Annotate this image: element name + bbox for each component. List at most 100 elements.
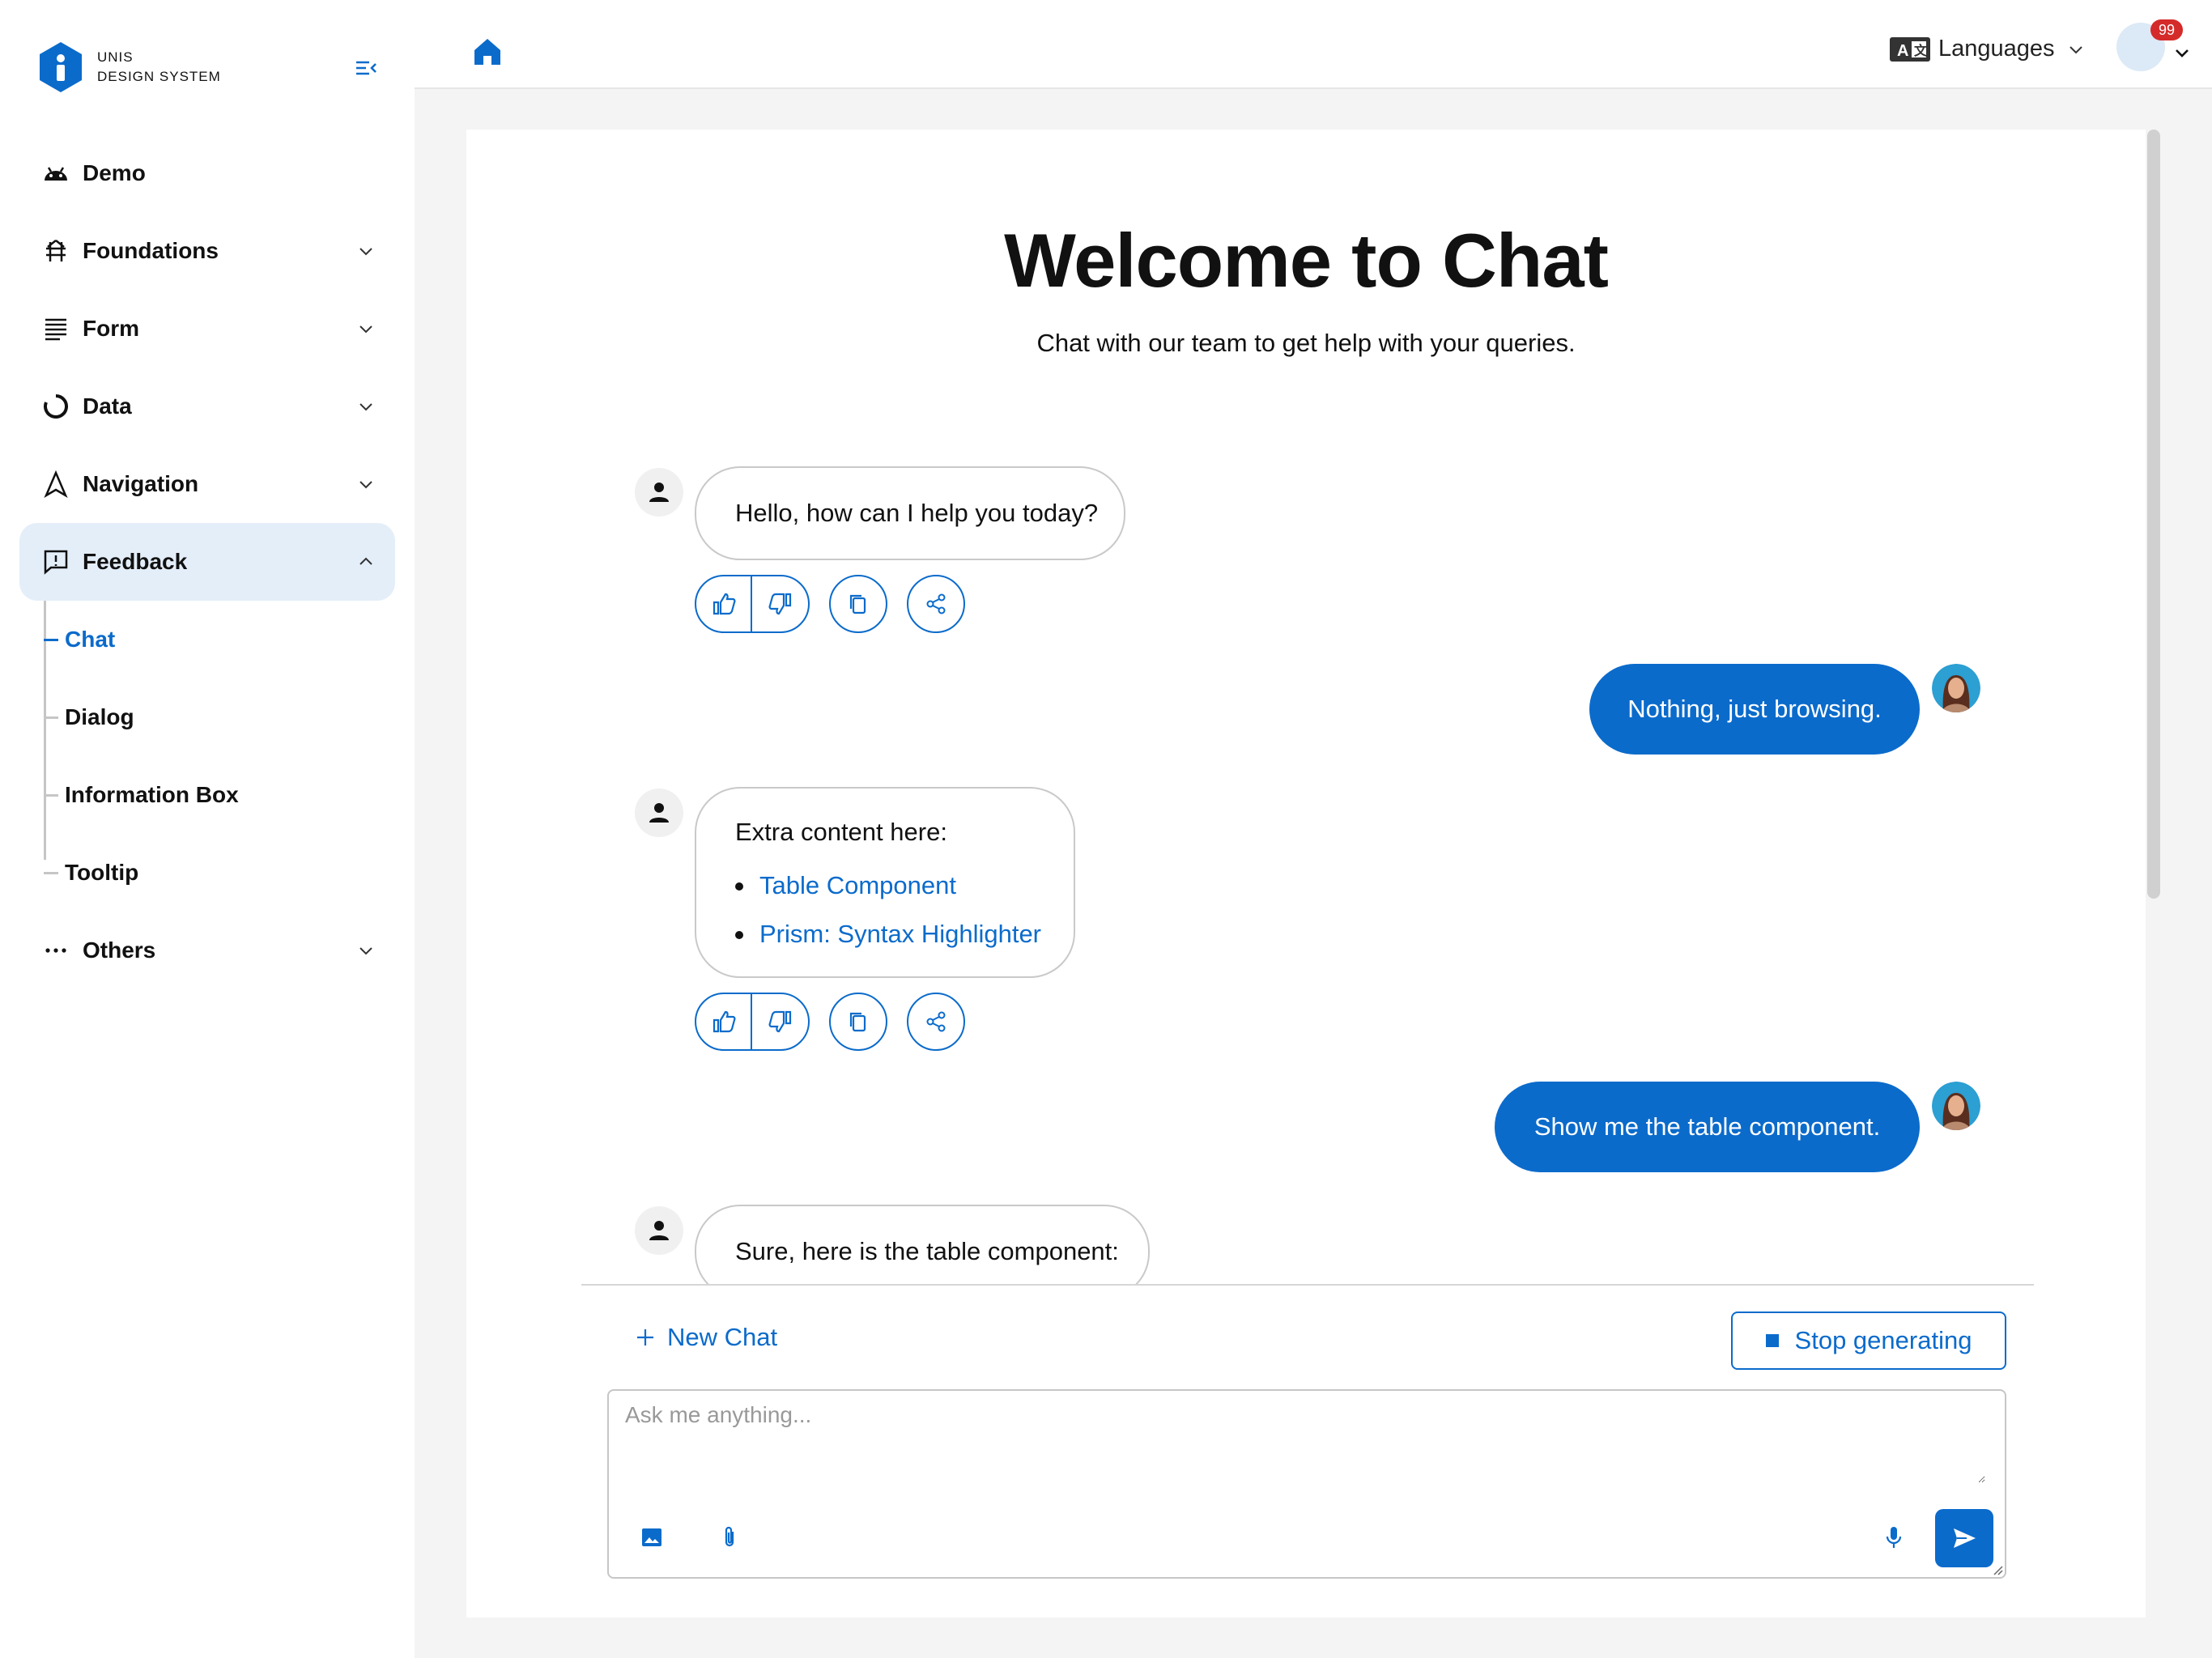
bot-message: Sure, here is the table component: [695,1205,1150,1284]
sidebar-item-label: Form [83,316,139,341]
chevron-down-icon [359,947,372,955]
thumbs-down-icon [768,593,791,615]
chevron-down-icon [359,481,372,489]
sidebar-item-foundations[interactable]: Foundations [19,212,395,290]
svg-text:A: A [1897,42,1908,60]
plus-icon [637,1329,653,1346]
stop-icon [1765,1334,1779,1347]
chevron-down-icon [359,248,372,256]
person-icon [649,483,669,502]
notification-badge: 99 [2150,19,2183,40]
subnav-label: Dialog [65,704,134,729]
text-align-icon [42,315,70,342]
thumbs-down-button[interactable] [752,994,808,1049]
user-avatar [1932,664,1980,712]
copy-icon [849,594,866,614]
chat-scroll-clip: Sure, here is the table component: [466,1198,2146,1284]
new-chat-button[interactable]: New Chat [635,1323,777,1352]
topbar: A 文 Languages 99 [415,0,2212,89]
sidebar-item-label: Feedback [83,549,188,574]
share-button[interactable] [907,993,965,1051]
sidebar-subitem-tooltip[interactable]: Tooltip [44,834,395,912]
feedback-icon [42,548,70,576]
thumbs-up-icon [713,593,735,615]
brand-line1: UNIS [97,49,134,65]
structure-icon [42,237,70,265]
copy-icon [849,1012,866,1032]
svg-text:文: 文 [1914,43,1928,58]
copy-button[interactable] [829,993,887,1051]
user-menu[interactable]: 99 [2107,19,2189,71]
thumbs-up-icon [713,1010,735,1033]
message-actions [695,575,965,633]
sidebar-item-label: Foundations [83,238,219,263]
sidebar-item-label: Others [83,937,156,963]
stop-generating-button[interactable]: Stop generating [1731,1312,2006,1370]
vote-group [695,575,810,633]
donut-icon [42,393,70,420]
person-icon [649,1221,669,1240]
user-avatar [1932,1082,1980,1130]
thumbs-down-icon [768,1010,791,1033]
list-item: Prism: Syntax Highlighter [735,910,1074,959]
subnav-label: Chat [65,627,116,652]
share-icon [926,593,946,614]
sidebar-nav: Demo Foundations Form Data Navigation Fe… [19,134,395,989]
chat-panel: Welcome to Chat Chat with our team to ge… [466,130,2146,1618]
sidebar-item-feedback[interactable]: Feedback [19,523,395,601]
bot-message: Hello, how can I help you today? [695,466,1125,560]
sidebar-item-navigation[interactable]: Navigation [19,445,395,523]
list-item: Table Component [735,861,1074,910]
languages-dropdown[interactable]: A 文 Languages [1890,36,2086,62]
home-icon[interactable] [471,36,504,68]
person-icon [649,803,669,823]
stop-generating-label: Stop generating [1794,1326,1972,1354]
sidebar-subitem-information-box[interactable]: Information Box [44,756,395,834]
scrollbar[interactable] [2147,130,2160,899]
android-icon [42,159,70,187]
page-subtitle: Chat with our team to get help with your… [1036,329,1576,357]
brand[interactable]: UNIS DESIGN SYSTEM [37,40,221,94]
microphone-icon[interactable] [1880,1524,1908,1551]
attachment-icon[interactable] [716,1524,743,1551]
sidebar-item-data[interactable]: Data [19,368,395,445]
new-chat-label: New Chat [667,1323,778,1351]
copy-button[interactable] [829,575,887,633]
image-icon[interactable] [638,1524,666,1551]
sidebar-item-others[interactable]: Others [19,912,395,989]
brand-line2: DESIGN SYSTEM [97,69,221,84]
more-icon [42,937,70,964]
feedback-subnav: Chat Dialog Information Box Tooltip [44,601,395,912]
bot-avatar [635,1206,683,1255]
message-composer [607,1389,2006,1579]
table-component-link[interactable]: Table Component [759,871,956,899]
user-message: Show me the table component. [1495,1082,1920,1172]
sidebar-item-label: Navigation [83,471,199,496]
share-icon [926,1011,946,1032]
resize-handle-icon[interactable] [1992,1564,2003,1575]
share-button[interactable] [907,575,965,633]
thumbs-up-button[interactable] [696,576,753,631]
sidebar-item-form[interactable]: Form [19,290,395,368]
thumbs-up-button[interactable] [696,994,753,1049]
sidebar-item-demo[interactable]: Demo [19,134,395,212]
chevron-down-icon [359,325,372,334]
bot-message: Extra content here: Table Component Pris… [695,787,1075,978]
chevron-up-icon [359,557,372,565]
sidebar-item-label: Demo [83,160,146,185]
prism-link[interactable]: Prism: Syntax Highlighter [759,920,1041,948]
thumbs-down-button[interactable] [752,576,808,631]
translate-icon: A 文 [1890,36,1930,62]
navigation-icon [42,470,70,498]
message-actions [695,993,965,1051]
languages-label: Languages [1938,36,2055,62]
send-button[interactable] [1935,1509,1993,1567]
sidebar-subitem-dialog[interactable]: Dialog [44,678,395,756]
vote-group [695,993,810,1051]
subnav-label: Tooltip [65,860,139,885]
sidebar-subitem-chat[interactable]: Chat [44,601,395,678]
bot-avatar [635,789,683,837]
collapse-sidebar-icon[interactable] [353,55,379,81]
chat-input[interactable] [625,1402,1985,1483]
user-message: Nothing, just browsing. [1589,664,1920,755]
